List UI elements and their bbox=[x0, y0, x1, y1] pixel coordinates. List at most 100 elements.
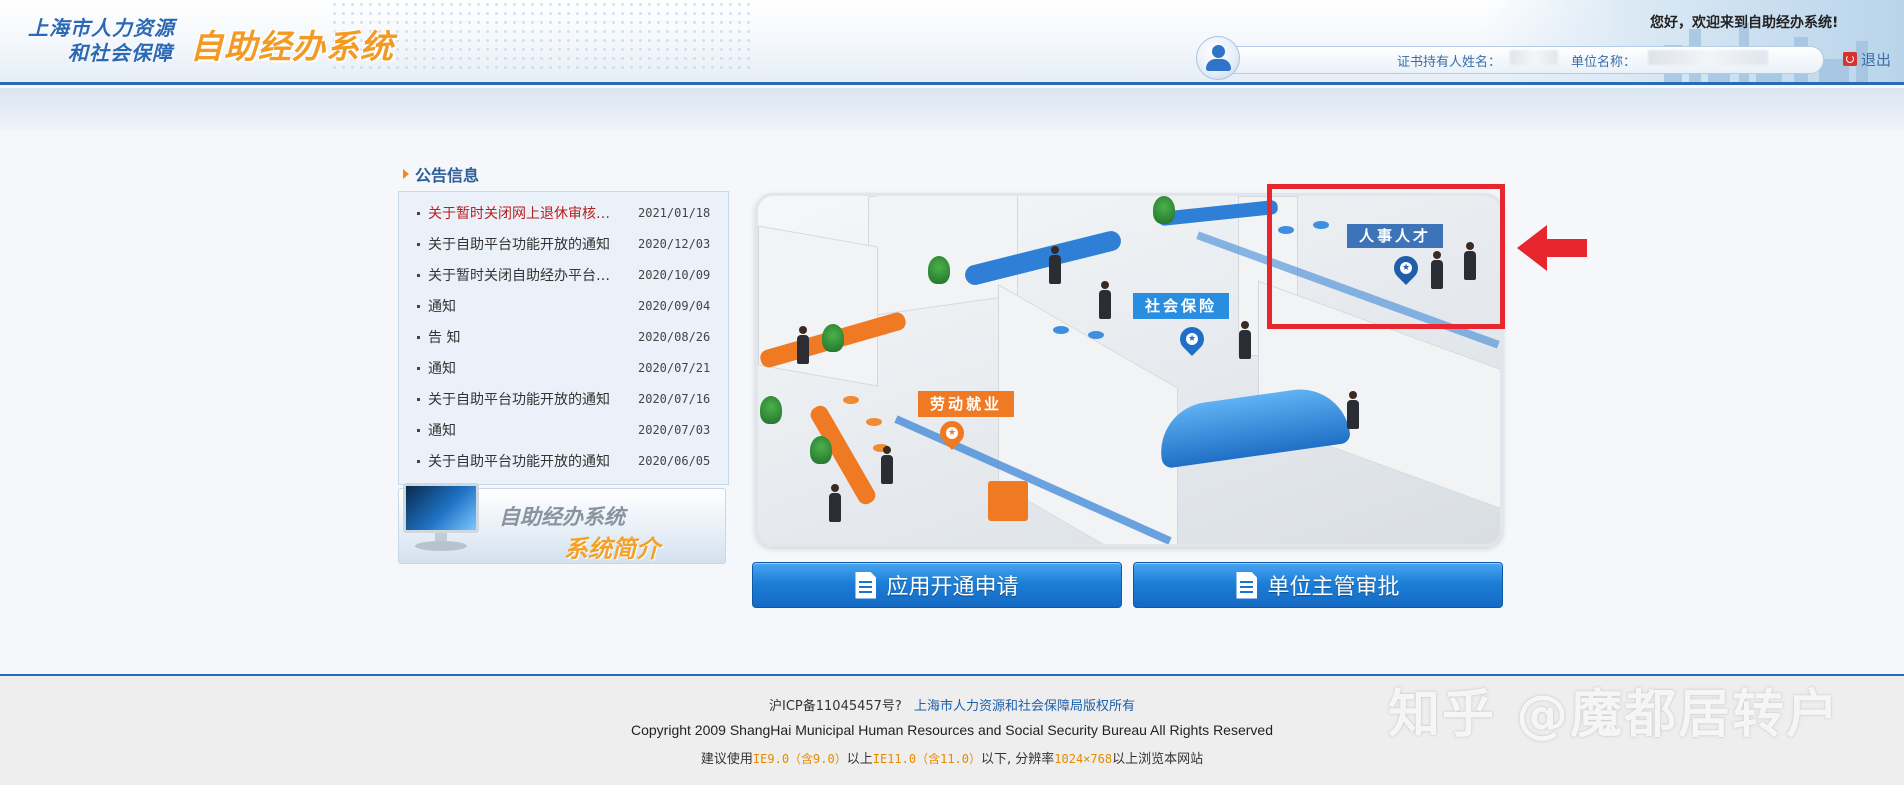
plant-icon bbox=[1153, 196, 1175, 224]
notice-item-date: 2020/07/21 bbox=[638, 361, 711, 375]
site-logo[interactable]: 上海市人力资源 和社会保障 自助经办系统 bbox=[28, 10, 418, 66]
zone-personnel-talent[interactable]: 人事人才 bbox=[1347, 224, 1444, 248]
bullet-icon bbox=[417, 428, 420, 432]
person-figure bbox=[1048, 246, 1062, 284]
zone-social-insurance[interactable]: 社会保险 bbox=[1133, 293, 1230, 319]
location-pin-icon[interactable]: ★ bbox=[1389, 251, 1423, 285]
notice-item-title: 关于暂时关闭自助经办平台… bbox=[428, 268, 610, 284]
supervisor-approval-button[interactable]: 单位主管审批 bbox=[1133, 562, 1503, 608]
notice-item-title: 告 知 bbox=[428, 330, 461, 346]
logout-button[interactable]: 退出 bbox=[1843, 49, 1891, 69]
logout-label: 退出 bbox=[1861, 50, 1892, 69]
notice-item[interactable]: 关于自助平台功能开放的通知 2020/07/16 bbox=[417, 388, 717, 410]
stool bbox=[866, 418, 882, 426]
person-figure bbox=[1238, 321, 1252, 359]
person-figure bbox=[828, 484, 842, 522]
rec-suffix: 以上浏览本网站 bbox=[1112, 752, 1204, 767]
stool bbox=[1313, 221, 1329, 229]
notice-item[interactable]: 关于自助平台功能开放的通知 2020/06/05 bbox=[417, 450, 717, 472]
document-icon bbox=[1236, 571, 1258, 599]
notice-item[interactable]: 通知 2020/07/21 bbox=[417, 357, 717, 379]
notice-item-title: 关于暂时关闭网上退休审核… bbox=[428, 206, 610, 222]
unit-name-value bbox=[1648, 50, 1768, 65]
person-figure bbox=[1463, 242, 1477, 280]
notice-item-title: 通知 bbox=[428, 423, 456, 439]
bullet-icon bbox=[417, 211, 420, 215]
unit-name-label: 单位名称： bbox=[1571, 55, 1637, 70]
footer: 沪ICP备11045457号? 上海市人力资源和社会保障局版权所有 Copyri… bbox=[0, 674, 1904, 785]
notice-title-text: 公告信息 bbox=[415, 166, 480, 185]
icp-number[interactable]: 沪ICP备11045457号? bbox=[769, 699, 902, 714]
rec-resolution: 1024×768 bbox=[1054, 752, 1113, 766]
monitor-icon bbox=[401, 483, 481, 553]
scene-wall bbox=[868, 196, 1018, 317]
person-figure bbox=[796, 326, 810, 364]
service-hall-scene: 劳动就业 ★ 社会保险 ★ 人事人才 ★ bbox=[755, 193, 1503, 547]
header-subband bbox=[0, 88, 1904, 130]
person-figure bbox=[880, 446, 894, 484]
app-activation-button[interactable]: 应用开通申请 bbox=[752, 562, 1122, 608]
footer-copyright: Copyright 2009 ShangHai Municipal Human … bbox=[630, 722, 1273, 738]
notice-list: 关于暂时关闭网上退休审核… 2021/01/18 关于自助平台功能开放的通知 2… bbox=[398, 191, 729, 485]
stool bbox=[1088, 331, 1104, 339]
plant-icon bbox=[928, 256, 950, 284]
notice-item-date: 2020/10/09 bbox=[638, 268, 711, 282]
bullet-icon bbox=[417, 335, 420, 339]
triangle-bullet-icon bbox=[403, 169, 409, 179]
logo-system-name: 自助经办系统 bbox=[190, 27, 394, 66]
person-figure bbox=[1346, 391, 1360, 429]
plant-icon bbox=[760, 396, 782, 424]
bullet-icon bbox=[417, 273, 420, 277]
person-figure bbox=[1098, 281, 1112, 319]
notice-item-title: 关于自助平台功能开放的通知 bbox=[428, 392, 610, 408]
stool bbox=[1278, 226, 1294, 234]
notice-item-title: 关于自助平台功能开放的通知 bbox=[428, 237, 610, 253]
notice-item[interactable]: 告 知 2020/08/26 bbox=[417, 326, 717, 348]
notice-item[interactable]: 关于暂时关闭网上退休审核… 2021/01/18 bbox=[417, 202, 717, 224]
holder-name-value bbox=[1510, 50, 1558, 65]
notice-item[interactable]: 关于自助平台功能开放的通知 2020/12/03 bbox=[417, 233, 717, 255]
person-figure bbox=[1430, 251, 1444, 289]
system-intro-banner[interactable]: 自助经办系统 系统简介 bbox=[398, 483, 726, 564]
rec-mid: 以上 bbox=[846, 752, 873, 767]
bullet-icon bbox=[417, 242, 420, 246]
notice-item[interactable]: 通知 2020/07/03 bbox=[417, 419, 717, 441]
notice-item-title: 关于自助平台功能开放的通知 bbox=[428, 454, 610, 470]
intro-banner-line2: 系统简介 bbox=[564, 534, 660, 563]
copyright-owner: 上海市人力资源和社会保障局版权所有 bbox=[913, 699, 1135, 714]
notice-item-date: 2020/08/26 bbox=[638, 330, 711, 344]
red-arrow-icon bbox=[1517, 225, 1587, 271]
app-activation-label: 应用开通申请 bbox=[886, 575, 1019, 600]
notice-item-date: 2021/01/18 bbox=[638, 206, 711, 220]
rec-ie11: IE11.0（含11.0） bbox=[872, 752, 981, 766]
zone-labor-employment[interactable]: 劳动就业 bbox=[918, 391, 1015, 417]
rec-mid2: 以下, 分辨率 bbox=[981, 752, 1055, 767]
notice-item-date: 2020/07/16 bbox=[638, 392, 711, 406]
location-pin-icon[interactable]: ★ bbox=[1175, 322, 1209, 356]
intro-banner-line1: 自助经办系统 bbox=[499, 504, 625, 529]
bullet-icon bbox=[417, 459, 420, 463]
user-avatar-icon bbox=[1196, 36, 1240, 80]
stool bbox=[843, 396, 859, 404]
bullet-icon bbox=[417, 304, 420, 308]
footer-browser-recommendation: 建议使用IE9.0（含9.0）以上IE11.0（含11.0）以下, 分辨率102… bbox=[0, 748, 1904, 767]
header: 上海市人力资源 和社会保障 自助经办系统 您好，欢迎来到自助经办系统! 证书持有… bbox=[0, 0, 1904, 85]
notice-section-title: 公告信息 bbox=[403, 162, 479, 186]
notice-item-date: 2020/12/03 bbox=[638, 237, 711, 251]
notice-item[interactable]: 通知 2020/09/04 bbox=[417, 295, 717, 317]
labor-desk bbox=[988, 481, 1028, 521]
notice-item-date: 2020/09/04 bbox=[638, 299, 711, 313]
bullet-icon bbox=[417, 397, 420, 401]
document-icon bbox=[855, 571, 877, 599]
notice-item-title: 通知 bbox=[428, 299, 456, 315]
holder-name-label: 证书持有人姓名： bbox=[1397, 55, 1502, 70]
footer-icp-line: 沪ICP备11045457号? 上海市人力资源和社会保障局版权所有 bbox=[0, 695, 1904, 714]
plant-icon bbox=[822, 324, 844, 352]
logout-icon bbox=[1843, 52, 1857, 66]
notice-item-title: 通知 bbox=[428, 361, 456, 377]
notice-item[interactable]: 关于暂时关闭自助经办平台… 2020/10/09 bbox=[417, 264, 717, 286]
rec-ie9: IE9.0（含9.0） bbox=[752, 752, 847, 766]
bullet-icon bbox=[417, 366, 420, 370]
supervisor-approval-label: 单位主管审批 bbox=[1267, 575, 1400, 600]
welcome-text: 您好，欢迎来到自助经办系统! bbox=[1650, 15, 1839, 31]
